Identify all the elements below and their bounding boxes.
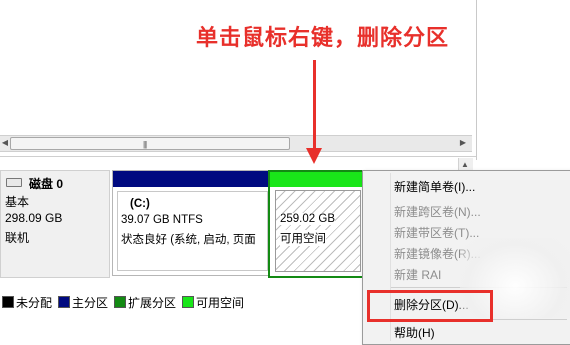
annotation-highlight-box (367, 290, 493, 322)
free-space-details: 259.02 GB 可用空间 (275, 190, 361, 272)
legend-swatch-extended (114, 296, 126, 308)
primary-partition-bar (113, 171, 268, 187)
partition-free-space[interactable]: 259.02 GB 可用空间 (268, 170, 365, 278)
disk-info-panel[interactable]: 磁盘 0 基本 298.09 GB 联机 (0, 170, 110, 278)
menu-item-help[interactable]: 帮助(H) (394, 323, 435, 343)
disk-type: 基本 (5, 195, 30, 209)
scrollbar-thumb[interactable]: ||| (10, 137, 290, 150)
disk-size: 298.09 GB (5, 211, 63, 225)
partition-size: 39.07 GB NTFS (121, 214, 203, 226)
free-space-bar (270, 172, 363, 187)
legend-swatch-unallocated (2, 296, 14, 308)
annotation-text: 单击鼠标右键，删除分区 (196, 25, 450, 50)
partition-c-details: (C:) 39.07 GB NTFS 状态良好 (系统, 启动, 页面 (117, 191, 268, 271)
scroll-up-icon[interactable]: ▲ (461, 160, 469, 169)
horizontal-scrollbar[interactable]: ◀ ||| ▶ (0, 135, 472, 152)
scroll-right-icon[interactable]: ▶ (458, 137, 468, 149)
partition-c[interactable]: (C:) 39.07 GB NTFS 状态良好 (系统, 启动, 页面 (112, 170, 269, 276)
disk-name: 磁盘 0 (29, 177, 64, 191)
disk-icon (6, 178, 22, 187)
partition-label: (C:) (130, 198, 150, 210)
legend-label-unallocated: 未分配 (16, 296, 53, 310)
menu-item-new-simple-volume[interactable]: 新建简单卷(I)... (394, 177, 475, 197)
legend-swatch-free (182, 296, 194, 308)
actions-panel-edge (476, 0, 570, 160)
legend-label-extended: 扩展分区 (128, 296, 177, 310)
legend-label-primary: 主分区 (72, 296, 109, 310)
menu-item-new-spanned-volume[interactable]: 新建跨区卷(N)... (394, 202, 481, 222)
legend-label-free: 可用空间 (196, 296, 245, 310)
annotation-arrow (313, 60, 316, 150)
menu-item-new-raid5-volume[interactable]: 新建 RAI (394, 265, 441, 285)
legend-swatch-primary (58, 296, 70, 308)
arrow-down-icon (306, 148, 322, 164)
free-space-size: 259.02 GB (280, 213, 335, 225)
free-space-status: 可用空间 (280, 230, 326, 246)
partition-status: 状态良好 (系统, 启动, 页面 (121, 234, 256, 246)
grip-icon: ||| (143, 140, 147, 149)
disk-status: 联机 (5, 231, 30, 245)
scroll-left-icon[interactable]: ◀ (0, 137, 10, 149)
